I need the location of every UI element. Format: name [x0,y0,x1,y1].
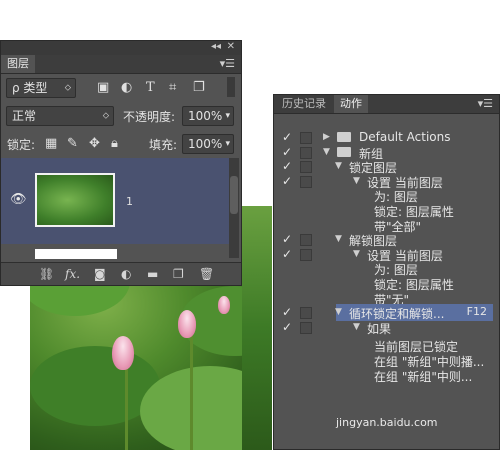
lock-paint-icon[interactable]: ✎ [67,137,78,151]
lock-transparent-icon[interactable]: ▦ [45,137,57,151]
toggle-item-check[interactable]: ✓ [282,145,292,159]
new-layer-icon[interactable]: ❐ [173,267,184,281]
fill-input[interactable]: 100% ▾ [182,134,234,154]
toggle-dialog-box[interactable] [300,132,312,144]
filter-toggle[interactable] [227,77,235,97]
tab-layers[interactable]: 图层 [1,55,35,73]
toggle-dialog-box[interactable] [300,175,312,188]
function-key-label: F12 [466,305,487,319]
collapse-icon[interactable]: ◂◂ [211,41,221,52]
type-filter-icon[interactable]: T [146,81,155,95]
filter-kind-label: ρ 类型 [12,81,48,95]
layers-bottom-toolbar: ⛓ fx. ◙ ◐ ▬ ❐ 🗑︎ [1,262,241,285]
layer-thumbnail[interactable] [35,173,115,227]
action-row[interactable]: ✓ ▼ 如果 [274,319,499,337]
panel-menu-icon[interactable]: ▾☰ [478,97,493,110]
lock-move-icon[interactable]: ✥ [89,137,100,151]
layers-tabrow: 图层 ▾☰ [1,55,241,74]
toggle-item-check[interactable]: ✓ [282,174,292,188]
fill-value: 100% [188,137,223,151]
fill-label: 填充: [149,138,178,152]
opacity-input[interactable]: 100% ▾ [182,106,234,126]
adjustment-filter-icon[interactable]: ◐ [121,81,132,95]
folder-icon [337,146,351,157]
expand-down-icon[interactable]: ▼ [353,249,360,259]
toggle-dialog-box[interactable] [300,234,312,247]
expand-down-icon[interactable]: ▼ [323,147,330,157]
dropdown-arrow-icon: ▾ [225,139,230,149]
toggle-dialog-box[interactable] [300,248,312,261]
tab-actions[interactable]: 动作 [334,95,368,113]
panel-titlebar[interactable]: ◂◂ ✕ [1,41,241,55]
expand-down-icon[interactable]: ▼ [353,322,360,332]
opacity-value: 100% [188,109,223,123]
action-label: 如果 [367,321,392,336]
scrollbar-thumb[interactable] [230,176,238,214]
expand-down-icon[interactable]: ▼ [353,176,360,186]
toggle-item-check[interactable]: ✓ [282,159,292,173]
toggle-item-check[interactable]: ✓ [282,130,292,144]
folder-icon[interactable]: ▬ [147,267,158,281]
expand-down-icon[interactable]: ▼ [335,161,342,171]
link-icon[interactable]: ⛓ [39,267,54,281]
folder-icon [337,132,351,142]
fx-icon[interactable]: fx. [65,267,80,281]
toggle-item-check[interactable]: ✓ [282,232,292,246]
action-row[interactable]: 在组 "新组"中则... [274,367,499,385]
select-arrow-icon: ⬦ [64,83,71,93]
next-layer-thumbnail [35,249,117,259]
image-filter-icon[interactable]: ▣ [97,81,109,95]
tab-history[interactable]: 历史记录 [276,95,332,113]
close-icon[interactable]: ✕ [227,41,235,52]
toggle-item-check[interactable]: ✓ [282,320,292,334]
layer-name[interactable]: 1 [126,195,133,208]
actions-panel: 历史记录 动作 ▾☰ ✓ ▶ Default Actions ✓ ▼ 新组 ✓ ▼ 锁定图层 ✓ ▼… [273,94,500,450]
mask-icon[interactable]: ◙ [94,267,106,281]
toggle-item-check[interactable]: ✓ [282,305,292,319]
toggle-dialog-box[interactable] [300,146,312,159]
watermark: jingyan.baidu.com [336,416,438,429]
shape-filter-icon[interactable]: ⌗ [169,81,176,95]
expand-down-icon[interactable]: ▼ [335,234,342,244]
toggle-dialog-box[interactable] [300,321,312,334]
filter-kind-select[interactable]: ρ 类型 ⬦ [6,78,76,98]
panel-menu-icon[interactable]: ▾☰ [220,57,235,70]
lock-label: 锁定: [7,138,36,152]
adjustment-icon[interactable]: ◐ [121,267,131,281]
lock-all-icon[interactable]: 🔒︎ [111,137,118,151]
action-label: Default Actions [359,130,451,144]
action-label: 在组 "新组"中则... [374,369,473,384]
layers-scrollbar[interactable] [229,158,239,258]
eye-icon[interactable]: 👁︎ [10,192,27,207]
select-arrow-icon: ⬦ [102,111,109,121]
layers-panel: ◂◂ ✕ 图层 ▾☰ ρ 类型 ⬦ ▣ ◐ T ⌗ ❐ 正常 ⬦ 不透明度: 1… [0,40,242,286]
dropdown-arrow-icon: ▾ [225,111,230,121]
smart-object-filter-icon[interactable]: ❐ [193,81,205,95]
expand-down-icon[interactable]: ▼ [335,307,342,317]
trash-icon[interactable]: 🗑︎ [199,267,214,281]
toggle-dialog-box[interactable] [300,307,312,320]
toggle-item-check[interactable]: ✓ [282,247,292,261]
blend-mode-select[interactable]: 正常 ⬦ [6,106,114,126]
actions-tabrow: 历史记录 动作 ▾☰ [274,95,499,114]
opacity-label: 不透明度: [123,110,176,124]
photo-strip [242,206,272,450]
toggle-dialog-box[interactable] [300,161,312,174]
blend-mode-value: 正常 [12,109,37,123]
expand-right-icon[interactable]: ▶ [323,132,330,142]
layer-row[interactable]: 👁︎ 1 [1,158,229,244]
